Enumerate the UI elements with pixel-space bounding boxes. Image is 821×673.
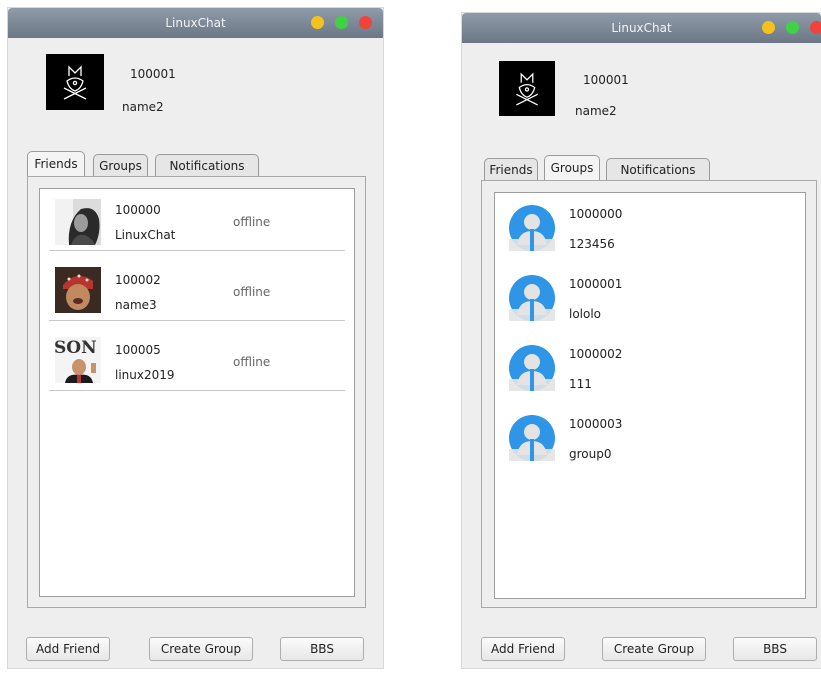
user-avatar[interactable] bbox=[46, 54, 104, 110]
group-avatar-icon bbox=[509, 345, 555, 391]
group-avatar-icon bbox=[509, 205, 555, 251]
group-avatar-icon bbox=[509, 275, 555, 321]
group-name: 123456 bbox=[569, 237, 615, 251]
friend-row[interactable]: 100000 LinuxChat offline bbox=[49, 189, 345, 251]
user-avatar[interactable] bbox=[499, 61, 555, 116]
portrait-photo-icon bbox=[55, 267, 101, 313]
cat-face-icon bbox=[516, 72, 538, 106]
friend-row[interactable]: SON 100005 linux2019 offline bbox=[49, 329, 345, 391]
bbs-button[interactable]: BBS bbox=[280, 637, 364, 661]
user-name: name2 bbox=[575, 104, 617, 118]
friend-id: 100000 bbox=[115, 203, 161, 217]
portrait-photo-icon bbox=[55, 199, 101, 245]
friend-status: offline bbox=[233, 285, 271, 299]
user-id: 100001 bbox=[130, 67, 176, 81]
friend-row[interactable]: 100002 name3 offline bbox=[49, 259, 345, 321]
friend-id: 100005 bbox=[115, 343, 161, 357]
chat-window-right: LinuxChat 100001 name2 Friends Groups No… bbox=[462, 13, 821, 668]
friend-id: 100002 bbox=[115, 273, 161, 287]
maximize-light-icon[interactable] bbox=[786, 21, 799, 34]
create-group-button[interactable]: Create Group bbox=[602, 637, 706, 661]
group-name: group0 bbox=[569, 447, 612, 461]
friend-list[interactable]: 100000 LinuxChat offline 100002 name3 of… bbox=[39, 188, 355, 597]
group-row[interactable]: 1000001 lololo bbox=[509, 275, 769, 345]
tab-notifications[interactable]: Notifications bbox=[155, 154, 259, 176]
group-row[interactable]: 1000002 111 bbox=[509, 345, 769, 415]
friend-status: offline bbox=[233, 355, 271, 369]
row-divider bbox=[49, 250, 345, 251]
group-row[interactable]: 1000003 group0 bbox=[509, 415, 769, 485]
friend-avatar bbox=[55, 199, 101, 245]
title-bar[interactable]: LinuxChat bbox=[8, 8, 383, 38]
close-light-icon[interactable] bbox=[810, 21, 821, 34]
minimize-light-icon[interactable] bbox=[762, 21, 775, 34]
tab-panel: 1000000 123456 1000001 lololo 1000002 11… bbox=[481, 180, 817, 608]
user-name: name2 bbox=[122, 100, 164, 114]
friend-avatar bbox=[55, 267, 101, 313]
chat-window-left: LinuxChat 100001 name2 Friends Groups No… bbox=[8, 8, 383, 668]
tab-friends[interactable]: Friends bbox=[484, 158, 538, 180]
friend-name: LinuxChat bbox=[115, 228, 176, 242]
tab-panel: 100000 LinuxChat offline 100002 name3 of… bbox=[27, 176, 366, 608]
group-id: 1000001 bbox=[569, 277, 623, 291]
minimize-light-icon[interactable] bbox=[311, 16, 324, 29]
group-avatar-icon bbox=[509, 415, 555, 461]
group-id: 1000002 bbox=[569, 347, 623, 361]
tab-friends[interactable]: Friends bbox=[27, 151, 85, 176]
maximize-light-icon[interactable] bbox=[335, 16, 348, 29]
close-light-icon[interactable] bbox=[359, 16, 372, 29]
group-id: 1000003 bbox=[569, 417, 623, 431]
create-group-button[interactable]: Create Group bbox=[149, 637, 253, 661]
friend-avatar: SON bbox=[55, 337, 101, 383]
group-row[interactable]: 1000000 123456 bbox=[509, 205, 769, 275]
window-title: LinuxChat bbox=[165, 16, 226, 30]
portrait-photo-icon: SON bbox=[55, 337, 101, 383]
group-name: 111 bbox=[569, 377, 592, 391]
add-friend-button[interactable]: Add Friend bbox=[481, 637, 565, 661]
bbs-button[interactable]: BBS bbox=[733, 637, 817, 661]
group-name: lololo bbox=[569, 307, 602, 321]
row-divider bbox=[49, 390, 345, 391]
add-friend-button[interactable]: Add Friend bbox=[26, 637, 110, 661]
friend-name: linux2019 bbox=[115, 368, 175, 382]
friend-status: offline bbox=[233, 215, 271, 229]
tab-groups[interactable]: Groups bbox=[93, 154, 148, 176]
row-divider bbox=[49, 320, 345, 321]
logo-text: SON bbox=[55, 338, 97, 358]
tab-notifications[interactable]: Notifications bbox=[606, 158, 710, 180]
group-id: 1000000 bbox=[569, 207, 623, 221]
tab-groups[interactable]: Groups bbox=[544, 155, 600, 180]
cat-face-icon bbox=[63, 65, 87, 100]
friend-name: name3 bbox=[115, 298, 157, 312]
group-list[interactable]: 1000000 123456 1000001 lololo 1000002 11… bbox=[494, 192, 806, 599]
user-id: 100001 bbox=[583, 73, 629, 87]
title-bar[interactable]: LinuxChat bbox=[462, 13, 821, 43]
